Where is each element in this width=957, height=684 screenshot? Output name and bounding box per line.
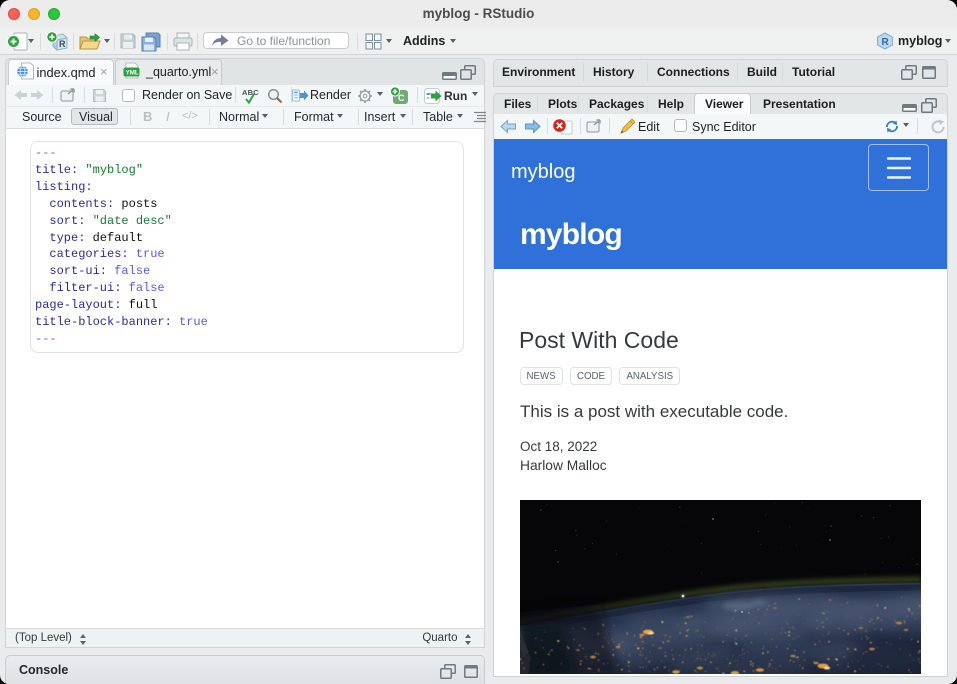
svg-text:R: R — [882, 37, 890, 48]
svg-text:ABC: ABC — [242, 88, 259, 97]
svg-text:R: R — [59, 39, 66, 49]
svg-text:YML: YML — [126, 70, 139, 77]
